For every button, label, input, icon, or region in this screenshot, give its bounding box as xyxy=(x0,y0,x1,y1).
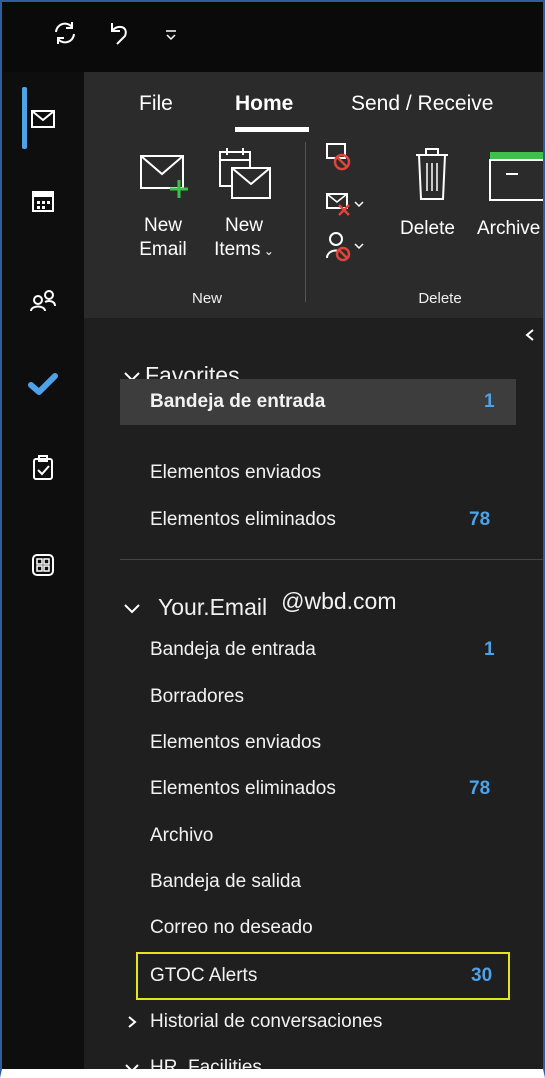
account-folder[interactable]: Bandeja de salida xyxy=(120,859,516,905)
folder-label: Elementos enviados xyxy=(150,732,322,753)
new-email-line1: New xyxy=(143,215,182,236)
new-items-icon xyxy=(219,148,271,199)
folder-label: Elementos enviados xyxy=(150,462,322,483)
sync-icon[interactable] xyxy=(52,20,78,46)
chevron-down-icon xyxy=(125,1064,139,1069)
tab-file[interactable]: File xyxy=(139,92,173,116)
folder-label: Correo no deseado xyxy=(150,917,313,938)
customize-icon[interactable] xyxy=(164,28,178,42)
junk-icon[interactable] xyxy=(325,230,365,264)
folder-label: Archivo xyxy=(150,825,214,846)
account-folder[interactable]: Elementos eliminados 78 xyxy=(120,766,516,812)
folder-label: Bandeja de entrada xyxy=(150,639,316,660)
new-email-line2: Email xyxy=(139,239,187,260)
clean-up-icon[interactable] xyxy=(325,192,365,220)
calendar-icon xyxy=(32,191,54,212)
undo-icon[interactable] xyxy=(107,20,131,46)
mail-icon xyxy=(31,110,55,128)
new-items-line2: Items ⌄ xyxy=(214,239,274,260)
account-folder[interactable]: Bandeja de entrada 1 xyxy=(120,627,516,673)
nav-mail[interactable] xyxy=(14,90,72,148)
nav-calendar[interactable] xyxy=(14,172,72,230)
folder-label: Elementos eliminados xyxy=(150,509,336,530)
subfolder-item[interactable]: Historial de conversaciones xyxy=(120,999,516,1045)
outlook-window: File Home Send / Receive New Email New I… xyxy=(0,0,545,1078)
nav-people[interactable] xyxy=(14,272,72,330)
archive-button[interactable]: Archive xyxy=(477,217,540,241)
favorite-item[interactable]: Elementos eliminados 78 xyxy=(120,497,516,543)
new-email-icon xyxy=(140,155,188,198)
favorite-item[interactable]: Bandeja de entrada 1 xyxy=(120,379,516,425)
delete-button[interactable]: Delete xyxy=(400,217,455,241)
archive-icon xyxy=(489,152,543,201)
tab-send-receive[interactable]: Send / Receive xyxy=(351,92,493,116)
navigation-rail xyxy=(2,72,84,1069)
unread-count: 78 xyxy=(469,509,491,530)
new-email-button[interactable]: New Email xyxy=(133,214,193,262)
tab-home[interactable]: Home xyxy=(235,92,293,116)
ignore-icon[interactable] xyxy=(325,142,357,176)
group-new-label: New xyxy=(191,290,222,307)
trash-icon xyxy=(416,148,448,200)
unread-count: 1 xyxy=(484,639,495,660)
active-tab-indicator xyxy=(235,127,309,132)
folder-label: Bandeja de entrada xyxy=(150,391,326,412)
unread-count: 78 xyxy=(469,778,491,799)
apps-icon xyxy=(32,554,54,576)
chevron-down-icon: ⌄ xyxy=(260,244,274,258)
account-domain: @wbd.com xyxy=(281,588,397,614)
nav-todo[interactable] xyxy=(14,355,72,413)
chevron-right-icon xyxy=(128,1016,137,1028)
account-folder[interactable]: Elementos enviados xyxy=(120,720,516,766)
group-separator xyxy=(305,142,306,302)
folder-label: HR, Facilities xyxy=(150,1057,262,1078)
favorite-item[interactable]: Elementos enviados xyxy=(120,450,516,496)
nav-tasks[interactable] xyxy=(14,439,72,497)
chevron-down-icon xyxy=(124,604,140,614)
highlight-box xyxy=(136,952,510,1000)
new-items-line1: New xyxy=(224,215,263,236)
collapse-icon[interactable] xyxy=(524,328,536,342)
account-folder[interactable]: Correo no deseado xyxy=(120,905,516,951)
folder-label: Historial de conversaciones xyxy=(150,1011,383,1032)
account-header[interactable]: Your.Email @wbd.com xyxy=(122,588,397,621)
folder-label: Borradores xyxy=(150,686,244,707)
account-name: Your.Email xyxy=(158,594,268,620)
people-icon xyxy=(30,290,56,312)
nav-apps[interactable] xyxy=(14,536,72,594)
account-folder[interactable]: Borradores xyxy=(120,674,516,720)
tasks-icon xyxy=(33,455,53,480)
group-delete-label: Delete xyxy=(418,290,462,307)
subfolder-item[interactable]: HR, Facilities xyxy=(120,1045,516,1078)
quick-access-toolbar xyxy=(2,2,543,72)
account-folder[interactable]: Archivo xyxy=(120,813,516,859)
todo-icon xyxy=(28,373,58,395)
section-divider xyxy=(120,559,543,560)
new-items-button[interactable]: New Items ⌄ xyxy=(205,214,283,263)
folder-label: Elementos eliminados xyxy=(150,778,336,799)
folder-label: Bandeja de salida xyxy=(150,871,302,892)
unread-count: 1 xyxy=(484,391,495,412)
